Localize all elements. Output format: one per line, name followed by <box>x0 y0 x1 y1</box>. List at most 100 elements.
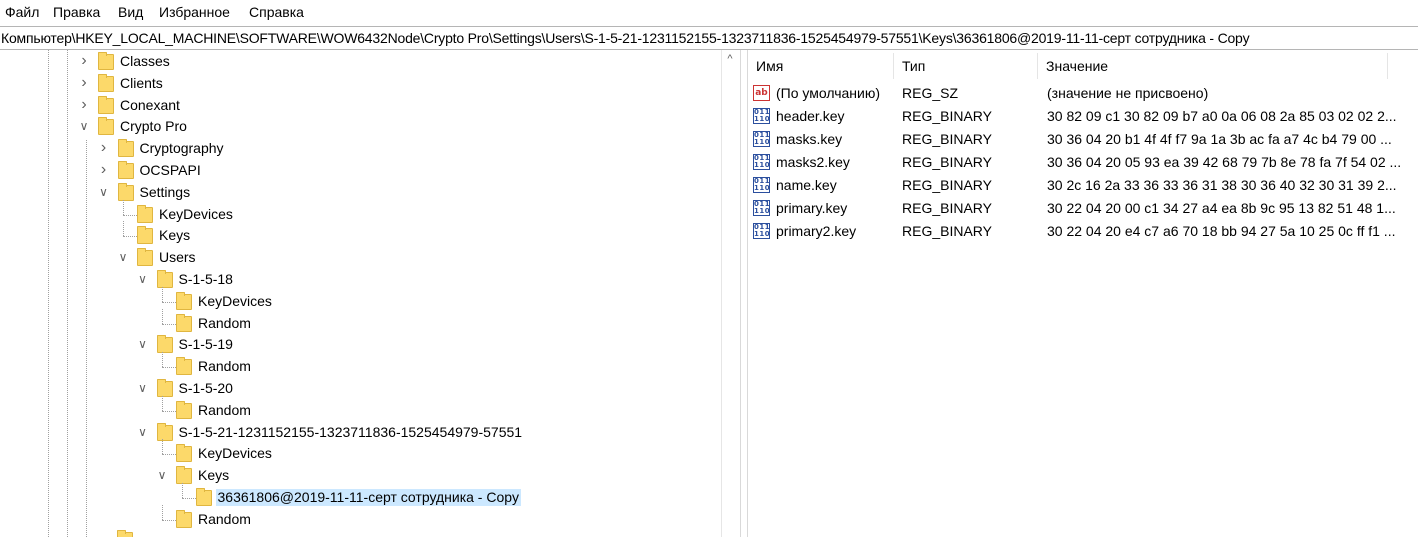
value-name: primary2.key <box>776 223 857 239</box>
chevron-down-icon[interactable]: ∨ <box>77 119 91 133</box>
folder-icon <box>156 270 173 288</box>
tree-item-label: Random <box>198 401 251 418</box>
value-row[interactable]: 011 110 primary2.key REG_BINARY 30 22 04 20… <box>748 220 1418 243</box>
value-data: 30 36 04 20 05 93 ea 39 42 68 79 7b 8e 7… <box>1047 154 1402 170</box>
chevron-down-icon[interactable]: ∨ <box>136 272 150 286</box>
value-row[interactable]: 011 110 header.key REG_BINARY 30 82 09 c1 3… <box>748 105 1418 128</box>
scroll-up-icon[interactable]: ^ <box>725 54 735 65</box>
tree-item-conexant[interactable]: › Conexant <box>0 95 721 117</box>
value-data: (значение не присвоено) <box>1047 85 1209 101</box>
tree-item-keydevices[interactable]: KeyDevices <box>0 286 721 313</box>
tree-connector-line <box>162 301 176 303</box>
menu-view[interactable]: Вид <box>118 4 143 20</box>
tree-connector-line <box>162 395 163 411</box>
chevron-down-icon[interactable]: ∨ <box>136 381 150 395</box>
menu-favorites[interactable]: Избранное <box>159 4 230 20</box>
tree-item-users[interactable]: ∨ Users <box>0 247 721 269</box>
chevron-down-icon[interactable]: ∨ <box>116 250 130 264</box>
tree-item-selected-key[interactable]: 36361806@2019-11-11-серт сотрудника - Co… <box>0 483 721 509</box>
tree-item-random[interactable]: Random <box>0 395 721 422</box>
binary-value-icon: 011 110 <box>753 200 771 216</box>
binary-value-icon: 011 110 <box>753 177 771 193</box>
tree-item-label: KeyDevices <box>159 205 233 222</box>
column-type-header[interactable]: Тип <box>894 53 1038 79</box>
menu-help[interactable]: Справка <box>249 4 304 20</box>
binary-value-icon: 011 110 <box>753 223 771 239</box>
value-name: name.key <box>776 177 837 193</box>
folder-icon <box>176 466 192 485</box>
menu-edit[interactable]: Правка <box>53 4 100 20</box>
tree-item-label: OCSPAPI <box>139 162 201 178</box>
chevron-right-icon[interactable]: › <box>77 53 91 69</box>
tree-connector-line <box>123 221 124 237</box>
value-type: REG_BINARY <box>902 154 992 170</box>
tree-item-label: KeyDevices <box>198 292 272 309</box>
value-row[interactable]: 011 110 masks.key REG_BINARY 30 36 04 20 b1… <box>748 128 1418 151</box>
tree-item-label: Cryptography <box>139 140 224 157</box>
chevron-right-icon[interactable]: › <box>77 74 91 90</box>
folder-icon <box>176 313 192 332</box>
tree-connector-line <box>162 308 163 324</box>
folder-icon <box>98 73 114 92</box>
value-name: masks2.key <box>776 154 850 170</box>
tree-item-ocspapi[interactable]: › OCSPAPI <box>0 160 721 182</box>
chevron-right-icon[interactable]: › <box>97 162 111 178</box>
chevron-down-icon[interactable]: ∨ <box>136 425 150 439</box>
value-row[interactable]: 011 110 name.key REG_BINARY 30 2c 16 2a 33 … <box>748 174 1418 197</box>
tree-item-label: Clients <box>120 74 163 91</box>
value-row[interactable]: 011 110 masks2.key REG_BINARY 30 36 04 20 0… <box>748 151 1418 174</box>
binary-value-icon: 011 110 <box>753 108 771 124</box>
column-name-header[interactable]: Имя <box>748 53 894 79</box>
tree-connector-line <box>162 439 163 455</box>
tree-item-keys[interactable]: ∨ Keys <box>0 465 721 487</box>
menu-file[interactable]: Файл <box>5 4 39 20</box>
pane-splitter[interactable] <box>740 50 748 537</box>
tree-item-label: S-1-5-18 <box>178 271 233 287</box>
chevron-down-icon[interactable]: ∨ <box>136 337 150 351</box>
tree-item-s-1-5-19[interactable]: ∨ S-1-5-19 <box>0 334 721 356</box>
address-bar[interactable]: Компьютер\HKEY_LOCAL_MACHINE\SOFTWARE\WO… <box>0 26 1418 50</box>
folder-icon <box>156 422 173 441</box>
tree-item-label: Conexant <box>120 96 180 113</box>
tree-connector-line <box>181 498 196 499</box>
tree-item-random[interactable]: Random <box>0 504 721 531</box>
value-row[interactable]: ab (По умолчанию) REG_SZ (значение не присв… <box>748 82 1418 105</box>
tree-item-keydevices[interactable]: KeyDevices <box>0 199 721 226</box>
tree-item-label: Classes <box>120 53 170 69</box>
value-name: (По умолчанию) <box>776 85 881 101</box>
tree-item-settings[interactable]: ∨ Settings <box>0 182 721 204</box>
tree-item-label: Keys <box>159 227 191 244</box>
tree-item-s-1-5-18[interactable]: ∨ S-1-5-18 <box>0 269 721 291</box>
tree-item-keydevices[interactable]: KeyDevices <box>0 439 721 465</box>
tree-item-random[interactable]: Random <box>0 352 721 378</box>
folder-icon <box>156 335 173 354</box>
chevron-down-icon[interactable]: ∨ <box>97 185 111 199</box>
value-row[interactable]: 011 110 primary.key REG_BINARY 30 22 04 20 … <box>748 197 1418 220</box>
tree-connector-line <box>181 483 183 498</box>
chevron-right-icon[interactable]: › <box>77 96 91 112</box>
scroll-thumb[interactable] <box>725 72 736 534</box>
column-value-header[interactable]: Значение <box>1038 53 1388 79</box>
folder-icon <box>176 444 192 463</box>
tree-item-random[interactable]: Random <box>0 308 721 335</box>
folder-icon <box>137 204 153 223</box>
tree-item-label: S-1-5-21-1231152155-1323711836-152545497… <box>178 423 523 440</box>
tree-item-classes[interactable]: › Classes <box>0 51 721 73</box>
tree-item-s-1-5-21[interactable]: ∨ S-1-5-21-1231152155-1323711836-15254549… <box>0 422 721 444</box>
value-type: REG_BINARY <box>902 200 992 216</box>
chevron-right-icon[interactable]: › <box>97 140 111 156</box>
tree-connector-line <box>123 199 124 215</box>
tree-item-crypto-pro[interactable]: ∨ Crypto Pro <box>0 116 721 138</box>
value-type: REG_BINARY <box>902 108 992 124</box>
value-name: primary.key <box>776 200 848 216</box>
tree-item-cryptography[interactable]: › Cryptography <box>0 138 721 160</box>
value-type: REG_BINARY <box>902 177 992 193</box>
tree-item-keys[interactable]: Keys <box>0 221 721 247</box>
tree-connector-line <box>123 236 137 238</box>
tree-scrollbar[interactable]: ^ <box>721 50 739 537</box>
tree-item-s-1-5-20[interactable]: ∨ S-1-5-20 <box>0 378 721 400</box>
chevron-down-icon[interactable]: ∨ <box>155 468 169 482</box>
folder-icon <box>98 52 114 70</box>
tree-item-clients[interactable]: › Clients <box>0 73 721 95</box>
tree-item-label: Crypto Pro <box>120 118 187 135</box>
